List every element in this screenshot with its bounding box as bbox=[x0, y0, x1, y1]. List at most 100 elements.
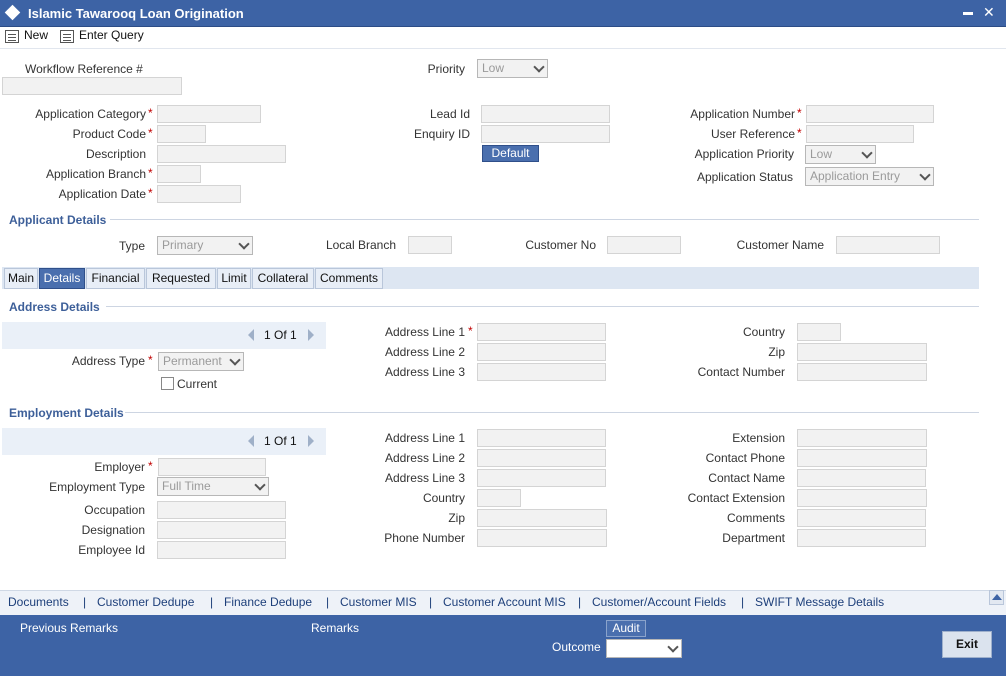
exit-button[interactable]: Exit bbox=[942, 631, 992, 658]
emp-address-line2-input[interactable] bbox=[477, 449, 606, 467]
employer-label: Employer bbox=[94, 460, 145, 474]
customer-name-input[interactable] bbox=[836, 236, 940, 254]
customer-mis-link[interactable]: Customer MIS bbox=[340, 595, 417, 609]
prev-record-icon[interactable] bbox=[248, 329, 254, 341]
tab-financial[interactable]: Financial bbox=[86, 268, 145, 289]
local-branch-input[interactable] bbox=[408, 236, 452, 254]
app-category-input[interactable] bbox=[157, 105, 261, 123]
workflow-ref-label: Workflow Reference # bbox=[25, 62, 143, 76]
tab-comments[interactable]: Comments bbox=[315, 268, 383, 289]
type-select[interactable]: Primary bbox=[157, 236, 253, 255]
extension-input[interactable] bbox=[797, 429, 927, 447]
swift-message-details-link[interactable]: SWIFT Message Details bbox=[755, 595, 884, 609]
app-priority-select[interactable]: Low bbox=[805, 145, 876, 164]
address-line1-input[interactable] bbox=[477, 323, 606, 341]
audit-button[interactable]: Audit bbox=[606, 620, 646, 637]
zip-input[interactable] bbox=[797, 343, 927, 361]
customer-dedupe-link[interactable]: Customer Dedupe bbox=[97, 595, 194, 609]
documents-link[interactable]: Documents bbox=[8, 595, 69, 609]
close-icon[interactable]: ✕ bbox=[983, 4, 995, 21]
description-label: Description bbox=[85, 147, 146, 161]
address-type-select[interactable]: Permanent bbox=[158, 352, 244, 371]
next-record-icon[interactable] bbox=[308, 329, 314, 341]
tab-details[interactable]: Details bbox=[39, 268, 85, 289]
link-separator: | bbox=[429, 595, 433, 609]
scroll-up-icon[interactable] bbox=[989, 590, 1004, 605]
comments-label: Comments bbox=[726, 511, 785, 525]
emp-zip-input[interactable] bbox=[477, 509, 607, 527]
customer-no-input[interactable] bbox=[607, 236, 681, 254]
contact-phone-input[interactable] bbox=[797, 449, 927, 467]
required-mark: * bbox=[148, 459, 153, 473]
contact-extension-input[interactable] bbox=[797, 489, 927, 507]
description-input[interactable] bbox=[157, 145, 286, 163]
contact-number-input[interactable] bbox=[797, 363, 927, 381]
address-line2-input[interactable] bbox=[477, 343, 606, 361]
new-button[interactable]: New bbox=[24, 28, 48, 42]
finance-dedupe-link[interactable]: Finance Dedupe bbox=[224, 595, 312, 609]
comments-input[interactable] bbox=[797, 509, 926, 527]
employment-type-label: Employment Type bbox=[49, 480, 145, 494]
product-code-input[interactable] bbox=[157, 125, 206, 143]
app-status-select[interactable]: Application Entry bbox=[805, 167, 934, 186]
footer-bar bbox=[0, 615, 1006, 676]
chevron-down-icon bbox=[861, 147, 873, 159]
app-date-input[interactable] bbox=[157, 185, 241, 203]
tab-limit[interactable]: Limit bbox=[217, 268, 251, 289]
tab-main[interactable]: Main bbox=[4, 268, 38, 289]
required-mark: * bbox=[148, 106, 153, 120]
emp-country-label: Country bbox=[422, 491, 465, 505]
tab-requested[interactable]: Requested bbox=[146, 268, 216, 289]
designation-input[interactable] bbox=[157, 521, 286, 539]
tab-collateral[interactable]: Collateral bbox=[252, 268, 314, 289]
emp-address-line1-input[interactable] bbox=[477, 429, 606, 447]
chevron-down-icon bbox=[667, 641, 679, 653]
app-status-label: Application Status bbox=[696, 170, 793, 184]
remarks-label: Remarks bbox=[311, 621, 360, 635]
app-status-value: Application Entry bbox=[810, 169, 901, 183]
link-separator: | bbox=[326, 595, 330, 609]
new-document-icon[interactable] bbox=[5, 30, 19, 43]
workflow-ref-input[interactable] bbox=[2, 77, 182, 95]
minimize-icon[interactable] bbox=[963, 12, 973, 15]
enter-query-icon[interactable] bbox=[60, 30, 74, 43]
app-priority-value: Low bbox=[810, 147, 833, 161]
priority-select[interactable]: Low bbox=[477, 59, 548, 78]
default-button[interactable]: Default bbox=[482, 145, 539, 162]
country-input[interactable] bbox=[797, 323, 841, 341]
previous-remarks-label: Previous Remarks bbox=[20, 621, 119, 635]
enter-query-button[interactable]: Enter Query bbox=[79, 28, 144, 42]
emp-country-input[interactable] bbox=[477, 489, 521, 507]
address-line3-input[interactable] bbox=[477, 363, 606, 381]
employee-id-input[interactable] bbox=[157, 541, 286, 559]
user-reference-input[interactable] bbox=[806, 125, 914, 143]
outcome-select[interactable] bbox=[606, 639, 682, 658]
prev-record-icon[interactable] bbox=[248, 435, 254, 447]
lead-id-input[interactable] bbox=[481, 105, 610, 123]
current-checkbox[interactable] bbox=[161, 377, 174, 390]
current-label: Current bbox=[177, 377, 218, 391]
contact-number-label: Contact Number bbox=[697, 365, 785, 379]
type-label: Type bbox=[118, 239, 145, 253]
phone-number-input[interactable] bbox=[477, 529, 607, 547]
address-details-title: Address Details bbox=[9, 300, 100, 314]
country-label: Country bbox=[742, 325, 785, 339]
contact-name-input[interactable] bbox=[797, 469, 926, 487]
app-branch-input[interactable] bbox=[157, 165, 201, 183]
customer-account-mis-link[interactable]: Customer Account MIS bbox=[443, 595, 566, 609]
contact-phone-label: Contact Phone bbox=[705, 451, 785, 465]
employer-input[interactable] bbox=[158, 458, 266, 476]
department-input[interactable] bbox=[797, 529, 926, 547]
customer-account-fields-link[interactable]: Customer/Account Fields bbox=[592, 595, 726, 609]
enquiry-id-input[interactable] bbox=[481, 125, 610, 143]
emp-address-line3-input[interactable] bbox=[477, 469, 606, 487]
occupation-input[interactable] bbox=[157, 501, 286, 519]
address-line2-label: Address Line 2 bbox=[384, 345, 465, 359]
emp-address-line3-label: Address Line 3 bbox=[384, 471, 465, 485]
required-mark: * bbox=[797, 126, 802, 140]
app-number-input[interactable] bbox=[806, 105, 934, 123]
required-mark: * bbox=[468, 324, 473, 338]
employment-type-select[interactable]: Full Time bbox=[157, 477, 269, 496]
next-record-icon[interactable] bbox=[308, 435, 314, 447]
required-mark: * bbox=[148, 166, 153, 180]
